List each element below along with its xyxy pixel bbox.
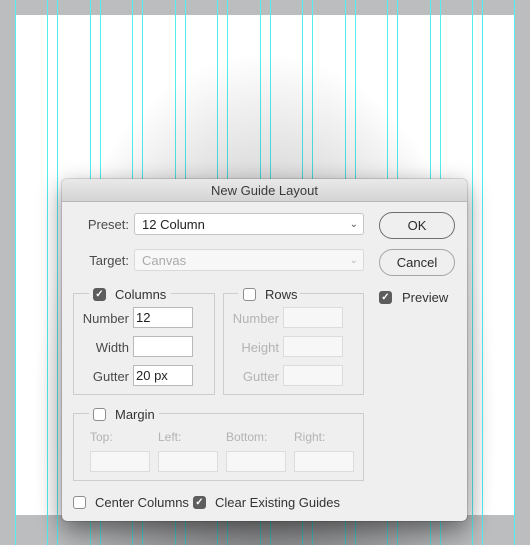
guide-line[interactable] [482, 0, 483, 545]
guide-line[interactable] [514, 0, 515, 545]
clear-guides-label: Clear Existing Guides [215, 495, 340, 510]
guide-line[interactable] [472, 0, 473, 545]
guide-line[interactable] [57, 0, 58, 545]
target-value: Canvas [142, 253, 187, 268]
margin-left-input [158, 451, 218, 472]
columns-gutter-label: Gutter [92, 369, 129, 384]
rows-number-label: Number [232, 311, 279, 326]
guide-line[interactable] [47, 0, 48, 545]
checkmark-icon: ✓ [195, 497, 204, 508]
margin-checkbox[interactable] [93, 408, 106, 421]
preview-label: Preview [402, 290, 449, 305]
columns-number-input[interactable]: 12 [133, 307, 193, 328]
guide-line[interactable] [15, 0, 16, 545]
columns-gutter-input[interactable]: 20 px [133, 365, 193, 386]
checkmark-icon: ✓ [381, 292, 390, 303]
target-label: Target: [89, 253, 129, 268]
rows-checkbox[interactable] [243, 288, 256, 301]
margin-bottom-input [226, 451, 286, 472]
dialog-title: New Guide Layout [62, 179, 467, 202]
columns-checkbox[interactable]: ✓ [93, 288, 106, 301]
margin-right-label: Right: [294, 430, 326, 444]
columns-width-label: Width [95, 340, 129, 355]
margin-label: Margin [115, 407, 155, 422]
checkmark-icon: ✓ [95, 289, 104, 300]
columns-width-input[interactable] [133, 336, 193, 357]
margin-bottom-label: Bottom: [226, 430, 268, 444]
margin-top-label: Top: [90, 430, 113, 444]
rows-height-label: Height [241, 340, 279, 355]
chevron-down-icon: ⌄ [349, 255, 358, 266]
center-columns-checkbox[interactable] [73, 496, 86, 509]
preset-select[interactable]: 12 Column ⌄ [134, 213, 364, 235]
center-columns-label: Center Columns [95, 495, 189, 510]
clear-guides-checkbox[interactable]: ✓ [193, 496, 206, 509]
columns-label: Columns [115, 287, 167, 302]
ok-button[interactable]: OK [379, 212, 455, 239]
rows-gutter-input [283, 365, 343, 386]
rows-number-input [283, 307, 343, 328]
cancel-button[interactable]: Cancel [379, 249, 455, 276]
rows-label: Rows [265, 287, 298, 302]
new-guide-layout-dialog: New Guide Layout Preset: 12 Column ⌄ Tar… [62, 179, 467, 521]
preview-checkbox[interactable]: ✓ [379, 291, 392, 304]
margin-right-input [294, 451, 354, 472]
rows-gutter-label: Gutter [242, 369, 279, 384]
target-select: Canvas ⌄ [134, 249, 364, 271]
rows-height-input [283, 336, 343, 357]
margin-top-input [90, 451, 150, 472]
preset-label: Preset: [87, 217, 129, 232]
margin-left-label: Left: [158, 430, 182, 444]
chevron-down-icon: ⌄ [349, 219, 358, 230]
preset-value: 12 Column [142, 217, 205, 232]
columns-number-label: Number [82, 311, 129, 326]
